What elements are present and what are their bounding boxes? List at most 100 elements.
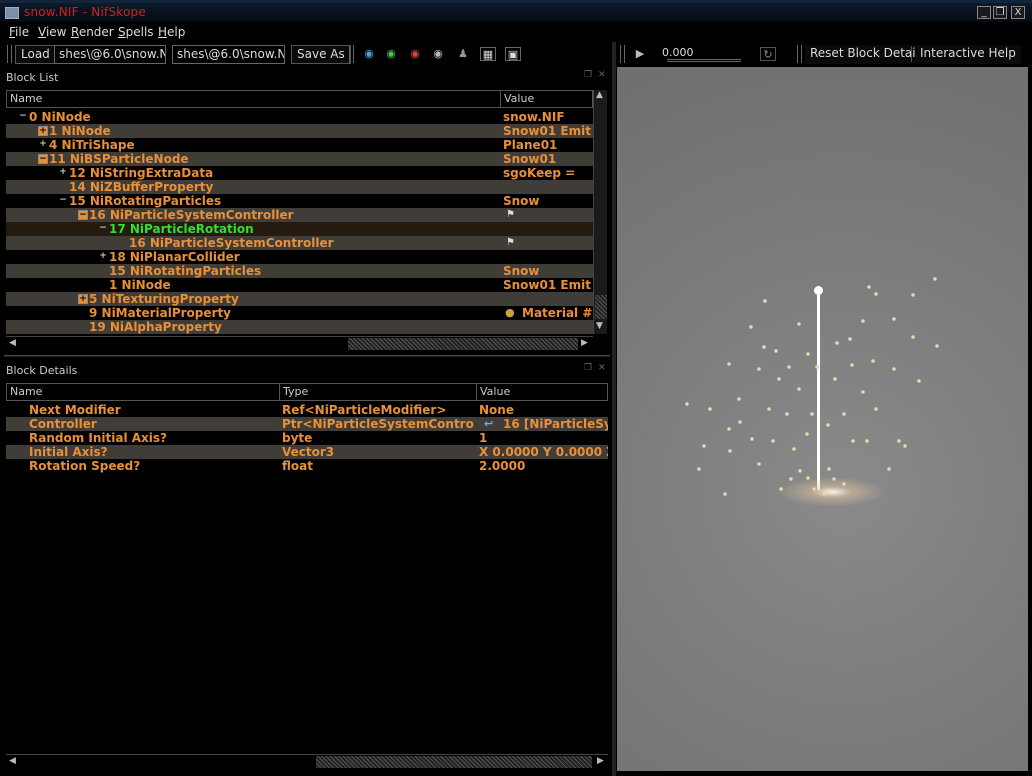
detail-row[interactable]: Next Modifier Ref<NiParticleModifier> None — [6, 403, 608, 417]
load-button[interactable]: Load — [15, 45, 56, 64]
toolbar-grip[interactable] — [7, 45, 12, 63]
emitter-handle[interactable] — [814, 286, 823, 295]
float-icon[interactable]: ❐ — [584, 363, 592, 373]
float-icon[interactable]: ❐ — [584, 70, 592, 80]
expand-icon[interactable]: + — [38, 126, 48, 136]
tree-row[interactable]: 15 NiRotatingParticles Snow — [6, 264, 593, 278]
block-list-hscroll[interactable]: ◀ ▶ — [6, 336, 593, 350]
close-icon[interactable]: ✕ — [598, 70, 606, 80]
tree-row[interactable]: −17 NiParticleRotation — [6, 222, 593, 236]
scroll-right-icon[interactable]: ▶ — [581, 338, 588, 348]
splitter-vertical[interactable] — [612, 42, 616, 776]
scroll-down-icon[interactable]: ▼ — [596, 321, 603, 331]
field-value[interactable]: 2.0000 — [479, 459, 608, 473]
play-icon[interactable]: ▶ — [632, 47, 648, 61]
block-list-vscroll[interactable]: ▲ ▼ — [593, 90, 607, 334]
render-viewport[interactable] — [617, 67, 1028, 771]
tree-row[interactable]: +1 NiNode Snow01 Emitt — [6, 124, 593, 138]
interactive-help-button[interactable]: Interactive Help — [915, 45, 1021, 64]
close-button[interactable]: X — [1011, 6, 1025, 19]
time-value: 0.000 — [662, 46, 694, 59]
col-value-header[interactable]: Value — [476, 383, 608, 401]
collapse-icon[interactable]: − — [38, 154, 48, 164]
eye-gray-icon[interactable]: ◉ — [430, 47, 446, 61]
eye-blue-icon[interactable]: ◉ — [361, 47, 377, 61]
snow-particle — [812, 487, 816, 491]
detail-row[interactable]: Initial Axis? Vector3 X 0.0000 Y 0.0000 Z — [6, 445, 608, 459]
tree-row[interactable]: 14 NiZBufferProperty — [6, 180, 593, 194]
block-name: 11 NiBSParticleNode — [49, 152, 189, 166]
menu-help[interactable]: Help — [158, 25, 185, 39]
col-value-header[interactable]: Value — [500, 90, 593, 108]
tree-row[interactable]: +18 NiPlanarCollider — [6, 250, 593, 264]
expand-icon[interactable]: + — [38, 140, 48, 150]
eye-red-icon[interactable]: ◉ — [407, 47, 423, 61]
snow-particle — [903, 444, 907, 448]
col-name-header[interactable]: Name — [6, 383, 280, 401]
field-value[interactable]: 1 — [479, 431, 608, 445]
scroll-left-icon[interactable]: ◀ — [9, 756, 16, 766]
detail-row[interactable]: Controller Ptr<NiParticleSystemControl...… — [6, 417, 608, 431]
hscroll-thumb[interactable] — [348, 338, 578, 350]
close-icon[interactable]: ✕ — [598, 363, 606, 373]
tree-row[interactable]: −15 NiRotatingParticles Snow — [6, 194, 593, 208]
load-path-input[interactable]: shes\@6.0\snow.NIF — [54, 45, 166, 64]
time-slider[interactable] — [667, 59, 741, 62]
tree-row[interactable]: +12 NiStringExtraData sgoKeep = — [6, 166, 593, 180]
panel-splitter[interactable] — [4, 355, 610, 357]
block-details-title: Block Details — [6, 364, 78, 377]
col-name-header[interactable]: Name — [6, 90, 501, 108]
field-value[interactable]: X 0.0000 Y 0.0000 Z — [479, 445, 608, 459]
menu-file[interactable]: File — [9, 25, 29, 39]
snow-particle — [750, 437, 754, 441]
expand-icon[interactable]: + — [58, 168, 68, 178]
toolbar-grip[interactable] — [349, 45, 354, 63]
collapse-icon[interactable]: − — [18, 112, 28, 122]
snow-particle — [842, 482, 846, 486]
snow-particle — [771, 439, 775, 443]
tree-row[interactable]: −11 NiBSParticleNode Snow01 — [6, 152, 593, 166]
menu-render[interactable]: Render — [71, 25, 114, 39]
scroll-thumb[interactable] — [595, 295, 607, 319]
field-value[interactable]: 16 [NiParticleSyst — [503, 417, 608, 431]
hscroll-thumb[interactable] — [316, 756, 592, 768]
block-name: 15 NiRotatingParticles — [109, 264, 262, 278]
detail-row[interactable]: Rotation Speed? float 2.0000 — [6, 459, 608, 473]
snow-particle — [822, 492, 826, 496]
eye-green-icon[interactable]: ◉ — [383, 47, 399, 61]
collapse-icon[interactable]: − — [58, 196, 68, 206]
tree-row[interactable]: −16 NiParticleSystemController ⚑ — [6, 208, 593, 222]
tree-row[interactable]: 9 NiMaterialProperty Material #2 ● — [6, 306, 593, 320]
expand-icon[interactable]: + — [98, 252, 108, 262]
menu-spells[interactable]: Spells — [118, 25, 154, 39]
details-hscroll[interactable]: ◀ ▶ — [6, 754, 608, 768]
menu-view[interactable]: View — [38, 25, 66, 39]
restore-button[interactable]: ❐ — [993, 6, 1007, 19]
tree-row[interactable]: 16 NiParticleSystemController ⚑ — [6, 236, 593, 250]
scroll-left-icon[interactable]: ◀ — [9, 338, 16, 348]
menu-bar: File View Render Spells Help — [0, 22, 1032, 42]
scroll-right-icon[interactable]: ▶ — [597, 756, 604, 766]
tree-row[interactable]: −0 NiNode snow.NIF — [6, 110, 593, 124]
save-as-button[interactable]: Save As — [291, 45, 351, 64]
tree-row[interactable]: 19 NiAlphaProperty — [6, 320, 593, 334]
toolbar-grip[interactable] — [620, 45, 625, 63]
collapse-icon[interactable]: − — [78, 210, 88, 220]
loop-icon[interactable]: ↻ — [760, 47, 776, 61]
texture-icon[interactable]: ▣ — [505, 47, 521, 61]
figure-icon[interactable]: ♟ — [455, 47, 471, 61]
tree-row[interactable]: 1 NiNode Snow01 Emitt — [6, 278, 593, 292]
scroll-up-icon[interactable]: ▲ — [596, 90, 603, 100]
detail-row[interactable]: Random Initial Axis? byte 1 — [6, 431, 608, 445]
tree-row[interactable]: +5 NiTexturingProperty — [6, 292, 593, 306]
expand-icon[interactable]: + — [78, 294, 88, 304]
col-type-header[interactable]: Type — [279, 383, 477, 401]
grid-icon[interactable]: ▦ — [480, 47, 496, 61]
toolbar-grip[interactable] — [797, 45, 802, 63]
field-value[interactable]: None — [479, 403, 608, 417]
tree-row[interactable]: +4 NiTriShape Plane01 — [6, 138, 593, 152]
block-value: snow.NIF — [503, 110, 565, 124]
minimize-button[interactable]: _ — [977, 6, 991, 19]
save-path-input[interactable]: shes\@6.0\snow.NIF — [172, 45, 285, 64]
collapse-icon[interactable]: − — [98, 224, 108, 234]
